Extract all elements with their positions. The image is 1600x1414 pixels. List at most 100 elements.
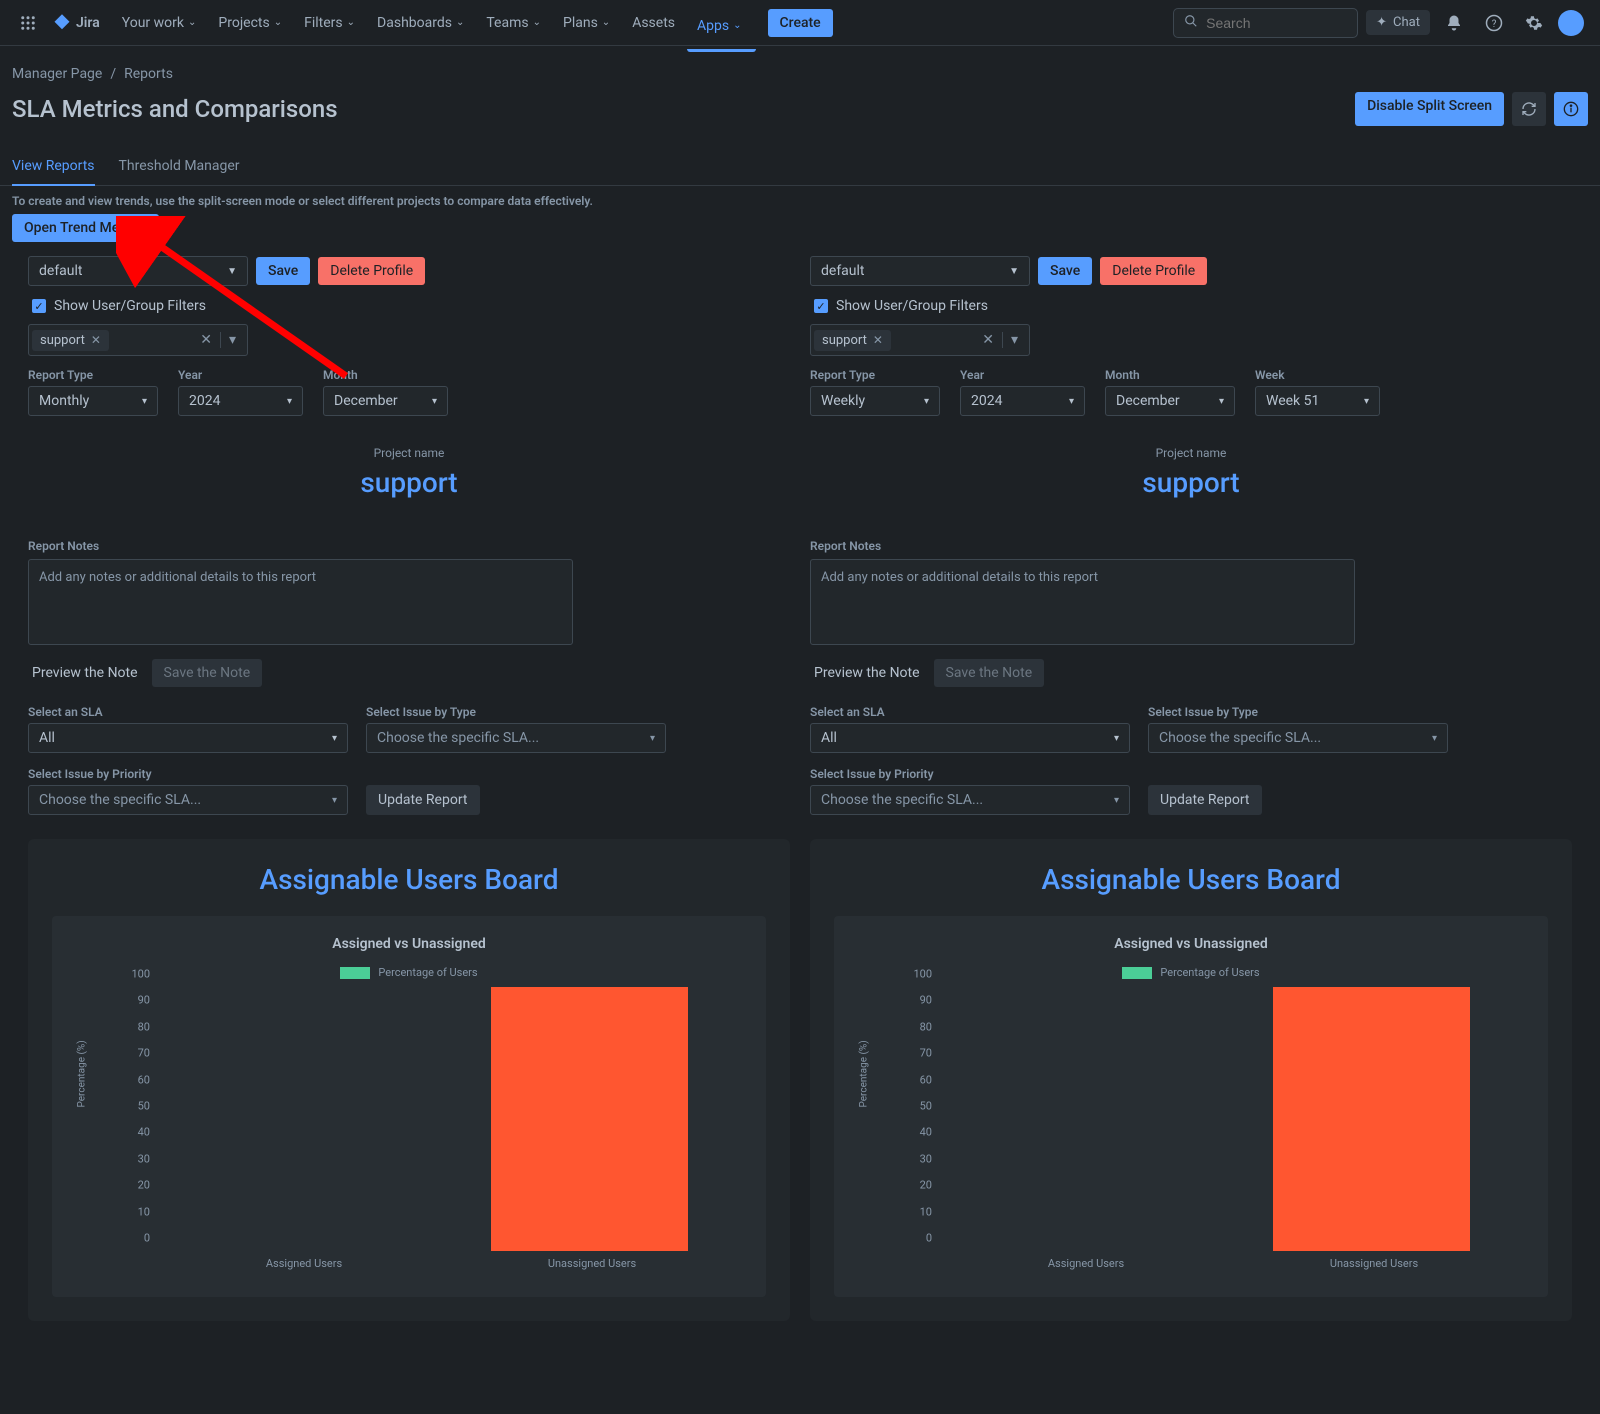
chevron-down-icon: ▾ bbox=[287, 396, 292, 407]
chart-card-title: Assignable Users Board bbox=[834, 863, 1548, 896]
chevron-down-icon[interactable]: ▾ bbox=[220, 332, 244, 348]
tag-clear-icon[interactable]: ✕ bbox=[192, 332, 220, 348]
show-filters-checkbox-right[interactable]: ✓ bbox=[814, 299, 828, 313]
disable-split-button[interactable]: Disable Split Screen bbox=[1355, 92, 1504, 126]
month-select-right[interactable]: December▾ bbox=[1105, 386, 1235, 416]
nav-item-your-work[interactable]: Your work⌄ bbox=[112, 9, 207, 37]
sla-select-left[interactable]: All▾ bbox=[28, 723, 348, 753]
preview-note-left[interactable]: Preview the Note bbox=[28, 659, 142, 687]
chart-box-left: Assigned vs Unassigned Percentage of Use… bbox=[52, 916, 766, 1297]
y-tick: 70 bbox=[138, 1047, 150, 1060]
page-header: Manager Page / Reports SLA Metrics and C… bbox=[0, 46, 1600, 134]
y-tick: 30 bbox=[138, 1152, 150, 1165]
legend-swatch bbox=[340, 967, 370, 979]
month-select-left[interactable]: December▾ bbox=[323, 386, 448, 416]
y-tick: 10 bbox=[920, 1205, 932, 1218]
nav-right: ✦ Chat ? bbox=[1173, 7, 1584, 39]
show-filters-label: Show User/Group Filters bbox=[54, 298, 206, 314]
update-report-left[interactable]: Update Report bbox=[366, 785, 480, 815]
jira-logo[interactable]: Jira bbox=[44, 13, 108, 33]
legend-text: Percentage of Users bbox=[378, 966, 477, 979]
settings-icon[interactable] bbox=[1518, 7, 1550, 39]
save-button-left[interactable]: Save bbox=[256, 257, 310, 285]
chat-button[interactable]: ✦ Chat bbox=[1366, 10, 1430, 35]
y-tick: 10 bbox=[138, 1205, 150, 1218]
chevron-down-icon: ▾ bbox=[1114, 733, 1119, 744]
year-select-left[interactable]: 2024▾ bbox=[178, 386, 303, 416]
search-icon bbox=[1184, 14, 1198, 32]
filter-tag-select-left[interactable]: support ✕ ✕ ▾ bbox=[28, 324, 248, 356]
refresh-button[interactable] bbox=[1512, 92, 1546, 126]
priority-select-right[interactable]: Choose the specific SLA...▾ bbox=[810, 785, 1130, 815]
chart-subtitle: Assigned vs Unassigned bbox=[82, 936, 736, 952]
tag-remove-icon[interactable]: ✕ bbox=[873, 333, 883, 347]
y-tick: 100 bbox=[131, 968, 150, 981]
chevron-down-icon[interactable]: ▾ bbox=[1002, 332, 1026, 348]
notes-label: Report Notes bbox=[28, 539, 790, 553]
issue-type-select-left[interactable]: Choose the specific SLA...▾ bbox=[366, 723, 666, 753]
nav-item-apps[interactable]: Apps⌄ bbox=[687, 9, 755, 52]
delete-profile-button-right[interactable]: Delete Profile bbox=[1100, 257, 1207, 285]
tab-view-reports[interactable]: View Reports bbox=[12, 150, 95, 186]
preview-note-right[interactable]: Preview the Note bbox=[810, 659, 924, 687]
nav-item-filters[interactable]: Filters⌄ bbox=[294, 9, 365, 37]
open-trend-button[interactable]: Open Trend Metrics bbox=[12, 214, 159, 242]
tag-remove-icon[interactable]: ✕ bbox=[91, 333, 101, 347]
profile-select-right[interactable]: default ▼ bbox=[810, 256, 1030, 286]
top-nav: Jira Your work⌄Projects⌄Filters⌄Dashboar… bbox=[0, 0, 1600, 46]
update-report-right[interactable]: Update Report bbox=[1148, 785, 1262, 815]
tag-clear-icon[interactable]: ✕ bbox=[974, 332, 1002, 348]
chevron-down-icon: ▾ bbox=[1114, 795, 1119, 806]
save-note-right: Save the Note bbox=[934, 659, 1045, 687]
bar-unassigned-users bbox=[491, 987, 688, 1251]
chevron-down-icon: ▾ bbox=[432, 396, 437, 407]
show-filters-label: Show User/Group Filters bbox=[836, 298, 988, 314]
hint-text: To create and view trends, use the split… bbox=[0, 186, 1600, 220]
search-box[interactable] bbox=[1173, 8, 1358, 38]
month-label: Month bbox=[323, 368, 448, 382]
create-button[interactable]: Create bbox=[768, 9, 833, 37]
nav-item-dashboards[interactable]: Dashboards⌄ bbox=[367, 9, 474, 37]
save-button-right[interactable]: Save bbox=[1038, 257, 1092, 285]
issue-type-select-right[interactable]: Choose the specific SLA...▾ bbox=[1148, 723, 1448, 753]
notes-textarea-left[interactable]: Add any notes or additional details to t… bbox=[28, 559, 573, 645]
y-tick: 50 bbox=[138, 1100, 150, 1113]
report-type-select-right[interactable]: Weekly▾ bbox=[810, 386, 940, 416]
profile-select-left[interactable]: default ▼ bbox=[28, 256, 248, 286]
nav-item-teams[interactable]: Teams⌄ bbox=[476, 9, 551, 37]
info-button[interactable] bbox=[1554, 92, 1588, 126]
nav-item-projects[interactable]: Projects⌄ bbox=[208, 9, 292, 37]
user-avatar[interactable] bbox=[1558, 10, 1584, 36]
breadcrumb-reports[interactable]: Reports bbox=[124, 66, 173, 82]
year-select-right[interactable]: 2024▾ bbox=[960, 386, 1085, 416]
save-note-left: Save the Note bbox=[152, 659, 263, 687]
chart-legend: Percentage of Users bbox=[864, 966, 1518, 979]
chevron-down-icon: ▾ bbox=[332, 795, 337, 806]
report-type-select-left[interactable]: Monthly▾ bbox=[28, 386, 158, 416]
week-select-right[interactable]: Week 51▾ bbox=[1255, 386, 1380, 416]
delete-profile-button-left[interactable]: Delete Profile bbox=[318, 257, 425, 285]
nav-item-assets[interactable]: Assets bbox=[622, 9, 685, 37]
chart-box-right: Assigned vs Unassigned Percentage of Use… bbox=[834, 916, 1548, 1297]
chevron-down-icon: ▾ bbox=[1432, 733, 1437, 744]
sla-select-right[interactable]: All▾ bbox=[810, 723, 1130, 753]
profile-value: default bbox=[821, 263, 865, 279]
y-tick: 90 bbox=[920, 994, 932, 1007]
breadcrumb-manager[interactable]: Manager Page bbox=[12, 66, 102, 82]
help-icon[interactable]: ? bbox=[1478, 7, 1510, 39]
logo-text: Jira bbox=[76, 15, 100, 31]
app-switcher-icon[interactable] bbox=[16, 11, 40, 35]
chart-subtitle: Assigned vs Unassigned bbox=[864, 936, 1518, 952]
notes-textarea-right[interactable]: Add any notes or additional details to t… bbox=[810, 559, 1355, 645]
filter-tag: support ✕ bbox=[32, 330, 109, 351]
priority-select-left[interactable]: Choose the specific SLA...▾ bbox=[28, 785, 348, 815]
search-input[interactable] bbox=[1206, 15, 1347, 31]
notifications-icon[interactable] bbox=[1438, 7, 1470, 39]
tab-threshold-manager[interactable]: Threshold Manager bbox=[119, 150, 240, 185]
filter-tag-select-right[interactable]: support ✕ ✕ ▾ bbox=[810, 324, 1030, 356]
nav-item-plans[interactable]: Plans⌄ bbox=[553, 9, 620, 37]
chevron-down-icon: ⌄ bbox=[533, 17, 541, 28]
x-tick: Assigned Users bbox=[942, 1257, 1230, 1277]
report-type-label: Report Type bbox=[810, 368, 940, 382]
show-filters-checkbox-left[interactable]: ✓ bbox=[32, 299, 46, 313]
